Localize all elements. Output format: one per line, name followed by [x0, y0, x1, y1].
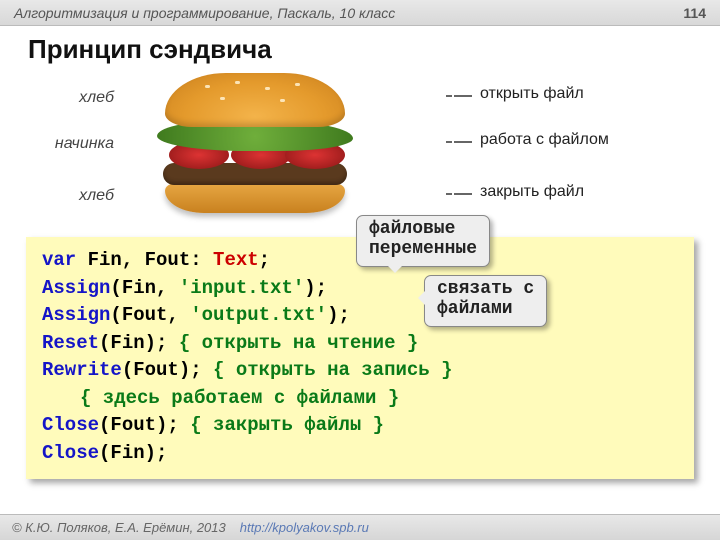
action-open: открыть файл [480, 85, 584, 103]
bracket-close-icon [446, 189, 472, 199]
callout-file-vars: файловые переменные [356, 215, 490, 267]
page-number: 114 [683, 5, 706, 21]
sandwich-diagram: хлеб начинка хлеб открыть файл работа с … [20, 71, 700, 231]
header-bar: Алгоритмизация и программирование, Паска… [0, 0, 720, 26]
label-bread-top: хлеб [24, 89, 114, 107]
code-line-4: Reset(Fin); { открыть на чтение } [42, 330, 678, 358]
code-line-5: Rewrite(Fout); { открыть на запись } [42, 357, 678, 385]
code-line-3: Assign(Fout, 'output.txt'); [42, 302, 678, 330]
code-line-8: Close(Fin); [42, 440, 678, 468]
label-bread-bot: хлеб [24, 187, 114, 205]
code-line-2: Assign(Fin, 'input.txt'); [42, 275, 678, 303]
footer-link[interactable]: http://kpolyakov.spb.ru [240, 520, 369, 535]
code-line-6: { здесь работаем с файлами } [80, 385, 678, 413]
bracket-work-icon [446, 137, 472, 147]
label-filling: начинка [24, 135, 114, 153]
sandwich-illustration [135, 71, 375, 221]
action-close: закрыть файл [480, 183, 584, 201]
callout-bind-files: связать с файлами [424, 275, 547, 327]
code-block: файловые переменные связать с файлами va… [26, 237, 694, 479]
copyright: © К.Ю. Поляков, Е.А. Ерёмин, 2013 [12, 520, 226, 535]
page-title: Принцип сэндвича [0, 26, 720, 71]
footer-bar: © К.Ю. Поляков, Е.А. Ерёмин, 2013 http:/… [0, 514, 720, 540]
bracket-open-icon [446, 91, 472, 101]
code-line-7: Close(Fout); { закрыть файлы } [42, 412, 678, 440]
action-work: работа с файлом [480, 131, 609, 149]
course-label: Алгоритмизация и программирование, Паска… [14, 5, 395, 21]
